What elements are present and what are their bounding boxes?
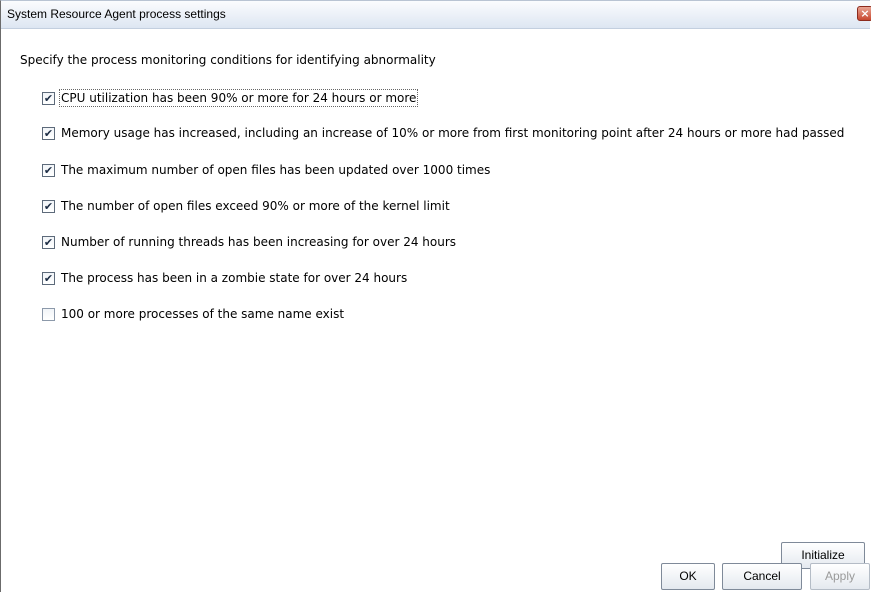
checkbox-same-name-processes[interactable] <box>42 307 55 321</box>
option-cpu-utilization[interactable]: ✔ CPU utilization has been 90% or more f… <box>42 89 419 107</box>
checkbox-zombie-state[interactable]: ✔ <box>42 271 55 285</box>
checkbox-cpu-utilization[interactable]: ✔ <box>42 91 55 105</box>
checkbox-running-threads[interactable]: ✔ <box>42 235 55 249</box>
option-open-files-kernel-limit[interactable]: ✔ The number of open files exceed 90% or… <box>42 198 450 214</box>
option-max-open-files[interactable]: ✔ The maximum number of open files has b… <box>42 162 490 178</box>
title-bar: System Resource Agent process settings × <box>1 1 871 29</box>
option-label-max-open-files[interactable]: The maximum number of open files has bee… <box>61 163 490 177</box>
option-label-memory-usage[interactable]: Memory usage has increased, including an… <box>61 126 844 140</box>
option-label-running-threads[interactable]: Number of running threads has been incre… <box>61 235 456 249</box>
dialog-window: System Resource Agent process settings ×… <box>0 0 871 592</box>
option-label-zombie-state[interactable]: The process has been in a zombie state f… <box>61 271 407 285</box>
option-label-same-name-processes[interactable]: 100 or more processes of the same name e… <box>61 307 344 321</box>
option-running-threads[interactable]: ✔ Number of running threads has been inc… <box>42 234 456 250</box>
ok-button[interactable]: OK <box>661 563 715 590</box>
apply-button[interactable]: Apply <box>810 563 870 590</box>
close-icon[interactable]: × <box>857 6 871 21</box>
option-same-name-processes[interactable]: 100 or more processes of the same name e… <box>42 306 344 322</box>
option-zombie-state[interactable]: ✔ The process has been in a zombie state… <box>42 270 407 286</box>
checkbox-max-open-files[interactable]: ✔ <box>42 163 55 177</box>
option-memory-usage[interactable]: ✔ Memory usage has increased, including … <box>42 125 844 141</box>
checkbox-open-files-kernel-limit[interactable]: ✔ <box>42 199 55 213</box>
option-label-open-files-kernel-limit[interactable]: The number of open files exceed 90% or m… <box>61 199 450 213</box>
window-title: System Resource Agent process settings <box>7 7 226 21</box>
option-label-cpu-utilization[interactable]: CPU utilization has been 90% or more for… <box>58 89 419 107</box>
checkbox-memory-usage[interactable]: ✔ <box>42 126 55 140</box>
cancel-button[interactable]: Cancel <box>722 563 802 590</box>
description-text: Specify the process monitoring condition… <box>20 53 436 67</box>
